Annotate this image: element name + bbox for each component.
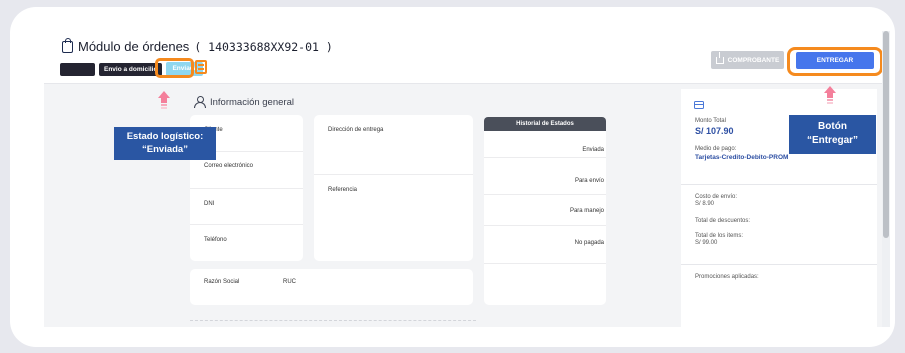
- page-title-group: Módulo de órdenes ( 140333688XX92-01 ): [62, 37, 333, 54]
- shipping-label: Costo de envío:: [695, 194, 738, 200]
- payment-label: Medio de pago:: [695, 146, 737, 152]
- history-item-para-manejo: Para manejo: [569, 208, 604, 214]
- arrow-up-icon: [158, 91, 170, 109]
- history-item-no-pagada: No pagada: [574, 240, 604, 246]
- screenshot-frame: Módulo de órdenes ( 140333688XX92-01 ) E…: [10, 7, 895, 347]
- company-card: Razón Social RUC: [190, 269, 473, 305]
- promotions-label: Promociones aplicadas:: [695, 274, 759, 280]
- ruc-label: RUC: [283, 279, 296, 285]
- history-item-para-envio: Para envío: [574, 178, 604, 184]
- divider: [484, 225, 606, 226]
- callout-logistic-status: Estado logístico: “Enviada”: [114, 127, 216, 160]
- order-module: Módulo de órdenes ( 140333688XX92-01 ) E…: [44, 31, 890, 327]
- divider: [484, 194, 606, 195]
- delivery-address-label: Dirección de entrega: [328, 127, 384, 133]
- scrollbar-thumb[interactable]: [883, 31, 889, 238]
- dni-label: DNI: [204, 201, 215, 207]
- redacted-badge: [60, 62, 95, 76]
- divider: [681, 184, 877, 185]
- address-card: Dirección de entrega Referencia: [314, 115, 473, 261]
- phone-label: Teléfono: [204, 237, 227, 243]
- divider: [190, 224, 303, 225]
- callout-deliver-button: Botón “Entregar”: [789, 115, 876, 154]
- payment-method-value: Tarjetas-Credito-Debito-PROM: [695, 154, 789, 161]
- total-value: S/ 107.90: [695, 126, 734, 136]
- callout-deliver-line1: Botón: [818, 121, 847, 132]
- menu-toggle-icon[interactable]: [195, 60, 207, 74]
- divider: [484, 263, 606, 264]
- upload-icon: [715, 51, 724, 64]
- dashed-divider: [190, 320, 476, 321]
- section-heading: Información general: [194, 96, 294, 108]
- callout-logistic-line2: “Enviada”: [142, 144, 188, 155]
- shipping-value: S/ 8.90: [695, 201, 715, 207]
- divider: [190, 188, 303, 189]
- divider: [681, 264, 877, 265]
- comprobante-button[interactable]: COMPROBANTE: [711, 51, 784, 69]
- callout-deliver-line2: “Entregar”: [806, 135, 859, 146]
- credit-card-icon: [694, 101, 704, 109]
- callout-logistic-line1: Estado logístico:: [126, 131, 204, 142]
- user-icon: [194, 96, 206, 108]
- email-label: Correo electrónico: [204, 163, 254, 169]
- order-id: ( 140333688XX92-01 ): [194, 39, 333, 54]
- total-label: Monto Total: [695, 118, 726, 124]
- discounts-label: Total de descuentos:: [695, 218, 751, 224]
- comprobante-label: COMPROBANTE: [727, 56, 780, 64]
- items-total-value: S/ 99.00: [695, 240, 718, 246]
- business-name-label: Razón Social: [204, 279, 240, 285]
- entregar-button[interactable]: ENTREGAR: [796, 52, 874, 69]
- shopping-bag-icon: [62, 37, 73, 53]
- history-item-enviada: Enviada: [582, 147, 604, 153]
- items-total-label: Total de los items:: [695, 233, 744, 239]
- delivery-type-badge: Envio a domicilio: [99, 62, 163, 76]
- arrow-up-icon: [824, 86, 836, 104]
- history-title: Historial de Estados: [484, 117, 606, 131]
- divider: [314, 174, 473, 175]
- section-title: Información general: [210, 96, 294, 108]
- divider: [484, 157, 606, 158]
- reference-label: Referencia: [328, 187, 358, 193]
- status-highlight-ring: [155, 58, 194, 78]
- page-title: Módulo de órdenes: [78, 39, 190, 54]
- header-bar: Módulo de órdenes ( 140333688XX92-01 ) E…: [44, 31, 890, 84]
